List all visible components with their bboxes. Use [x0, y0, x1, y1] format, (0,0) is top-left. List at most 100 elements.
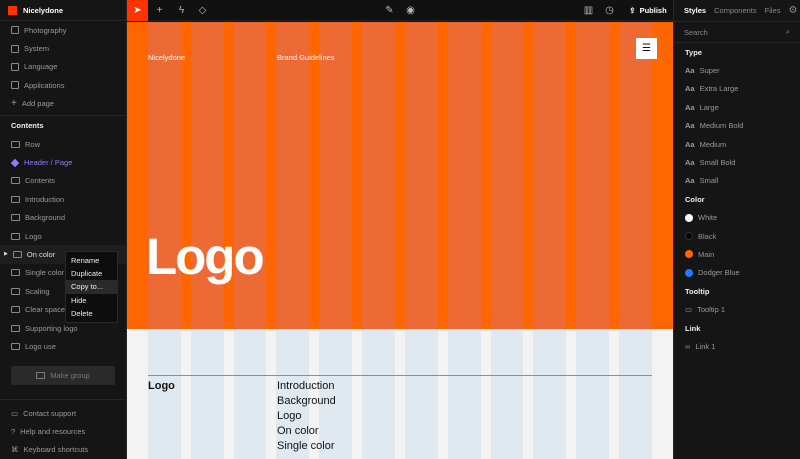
- hero-logo: Logo: [146, 228, 265, 285]
- caret-right-icon[interactable]: ▶: [4, 251, 8, 257]
- panel-tabs: Styles Components Files ⚙: [674, 0, 800, 21]
- interaction-lightning-icon[interactable]: ϟ: [171, 0, 192, 21]
- layer-label: Row: [25, 139, 41, 149]
- chat-icon: ▭: [11, 408, 19, 418]
- divider: [148, 375, 652, 376]
- layer-label: Logo use: [25, 341, 56, 351]
- type-style-large[interactable]: Aa Large: [674, 98, 800, 116]
- type-icon: Aa: [685, 158, 695, 168]
- menu-duplicate[interactable]: Duplicate: [66, 267, 117, 280]
- toc-item[interactable]: Single color: [277, 439, 336, 454]
- row-icon: [11, 140, 20, 148]
- layer-label: Introduction: [25, 194, 65, 204]
- make-group-button[interactable]: Make group: [11, 365, 115, 385]
- tab-styles[interactable]: Styles: [684, 6, 706, 15]
- nav-brand[interactable]: Nicelydone: [148, 53, 185, 62]
- type-style-medium-bold[interactable]: Aa Medium Bold: [674, 117, 800, 135]
- color-dodger-blue[interactable]: Dodger Blue: [674, 264, 800, 282]
- search-input[interactable]: Search ⌕: [674, 21, 800, 43]
- style-label: Small Bold: [699, 158, 736, 168]
- brand-name: Nicelydone: [23, 5, 64, 15]
- type-style-medium[interactable]: Aa Medium: [674, 135, 800, 153]
- edit-pencil-icon[interactable]: ✎: [379, 0, 400, 21]
- toc-item[interactable]: Introduction: [277, 379, 336, 394]
- tooltip-label: Tooltip 1: [697, 305, 726, 315]
- brand-logo-icon: [8, 5, 17, 15]
- layer-header-page[interactable]: Header / Page: [0, 153, 126, 171]
- tab-components[interactable]: Components: [714, 6, 757, 15]
- layer-background[interactable]: Background: [0, 209, 126, 227]
- canvas[interactable]: Nicelydone Brand Guidelines ☰ Logo Logo …: [127, 22, 673, 459]
- toc-item[interactable]: Logo: [277, 409, 336, 424]
- hamburger-menu-icon[interactable]: ☰: [636, 38, 657, 59]
- preview-eye-icon[interactable]: ◉: [400, 0, 421, 21]
- layer-contents[interactable]: Contents: [0, 172, 126, 190]
- color-white[interactable]: White: [674, 209, 800, 227]
- toc-item[interactable]: On color: [277, 424, 336, 439]
- help-link[interactable]: ? Help and resources: [0, 422, 127, 440]
- type-icon: Aa: [685, 102, 695, 112]
- color-main[interactable]: Main: [674, 245, 800, 263]
- footer-label: Contact support: [23, 408, 77, 418]
- link-item[interactable]: ∞ Link 1: [674, 337, 800, 355]
- layer-row[interactable]: Row: [0, 135, 126, 153]
- search-placeholder: Search: [684, 27, 708, 37]
- toc-list: Introduction Background Logo On color Si…: [277, 379, 336, 454]
- menu-delete[interactable]: Delete: [66, 307, 117, 320]
- folder-icon: [11, 214, 20, 222]
- add-page-button[interactable]: + Add page: [0, 95, 126, 113]
- color-black[interactable]: Black: [674, 227, 800, 245]
- folder-icon: [11, 342, 20, 350]
- page-label: Language: [24, 62, 58, 72]
- page-item-photography[interactable]: Photography: [0, 21, 126, 39]
- tooltip-item[interactable]: ▭ Tooltip 1: [674, 300, 800, 318]
- layer-introduction[interactable]: Introduction: [0, 190, 126, 208]
- publish-button[interactable]: ⇪ Publish: [627, 0, 669, 21]
- toc-item[interactable]: Background: [277, 394, 336, 409]
- folder-icon: [11, 287, 20, 295]
- folder-icon: [11, 195, 20, 203]
- page-label: System: [24, 44, 50, 54]
- type-icon: Aa: [685, 139, 695, 149]
- tooltip-icon: ▭: [685, 305, 693, 315]
- help-icon: ?: [11, 426, 16, 436]
- select-tool[interactable]: ➤: [127, 0, 148, 21]
- page-label: Applications: [24, 80, 65, 90]
- make-group-label: Make group: [50, 370, 90, 380]
- type-style-extra-large[interactable]: Aa Extra Large: [674, 80, 800, 98]
- layer-logo[interactable]: Logo: [0, 227, 126, 245]
- settings-gear-icon[interactable]: ⚙: [788, 5, 797, 16]
- add-tool-plus-icon[interactable]: +: [149, 0, 170, 21]
- folder-icon: [12, 250, 22, 258]
- nav-title[interactable]: Brand Guidelines: [277, 53, 335, 62]
- folder-icon: [36, 371, 46, 379]
- color-label: Main: [698, 249, 715, 259]
- component-diamond-icon[interactable]: ◇: [192, 0, 213, 21]
- grid-columns-icon[interactable]: ▥: [578, 0, 599, 21]
- style-label: Small: [699, 176, 719, 186]
- page-item-applications[interactable]: Applications: [0, 76, 126, 94]
- brand[interactable]: Nicelydone: [0, 0, 126, 21]
- upload-icon: ⇪: [629, 6, 636, 15]
- menu-hide[interactable]: Hide: [66, 294, 117, 307]
- tab-files[interactable]: Files: [765, 6, 781, 15]
- publish-label: Publish: [639, 6, 667, 15]
- layer-label: Background: [25, 213, 66, 223]
- link-heading: Link: [685, 323, 701, 333]
- menu-rename[interactable]: Rename: [66, 254, 117, 267]
- history-icon[interactable]: ◷: [599, 0, 620, 21]
- type-style-super[interactable]: Aa Super: [674, 61, 800, 79]
- menu-copy-to[interactable]: Copy to...: [66, 280, 117, 294]
- contents-section: Logo Introduction Background Logo On col…: [127, 329, 673, 459]
- context-menu: Rename Duplicate Copy to... Hide Delete: [65, 251, 118, 323]
- page-item-system[interactable]: System: [0, 39, 126, 57]
- page-item-language[interactable]: Language: [0, 58, 126, 76]
- sidebar-footer: ▭ Contact support ? Help and resources ⌘ Ke…: [0, 398, 127, 459]
- shortcuts-link[interactable]: ⌘ Keyboard shortcuts: [0, 441, 127, 459]
- layer-logo-use[interactable]: Logo use: [0, 337, 126, 355]
- type-style-small[interactable]: Aa Small: [674, 172, 800, 190]
- contact-support-link[interactable]: ▭ Contact support: [0, 404, 127, 422]
- style-label: Extra Large: [699, 84, 739, 94]
- page-label: Photography: [24, 25, 67, 35]
- type-style-small-bold[interactable]: Aa Small Bold: [674, 153, 800, 171]
